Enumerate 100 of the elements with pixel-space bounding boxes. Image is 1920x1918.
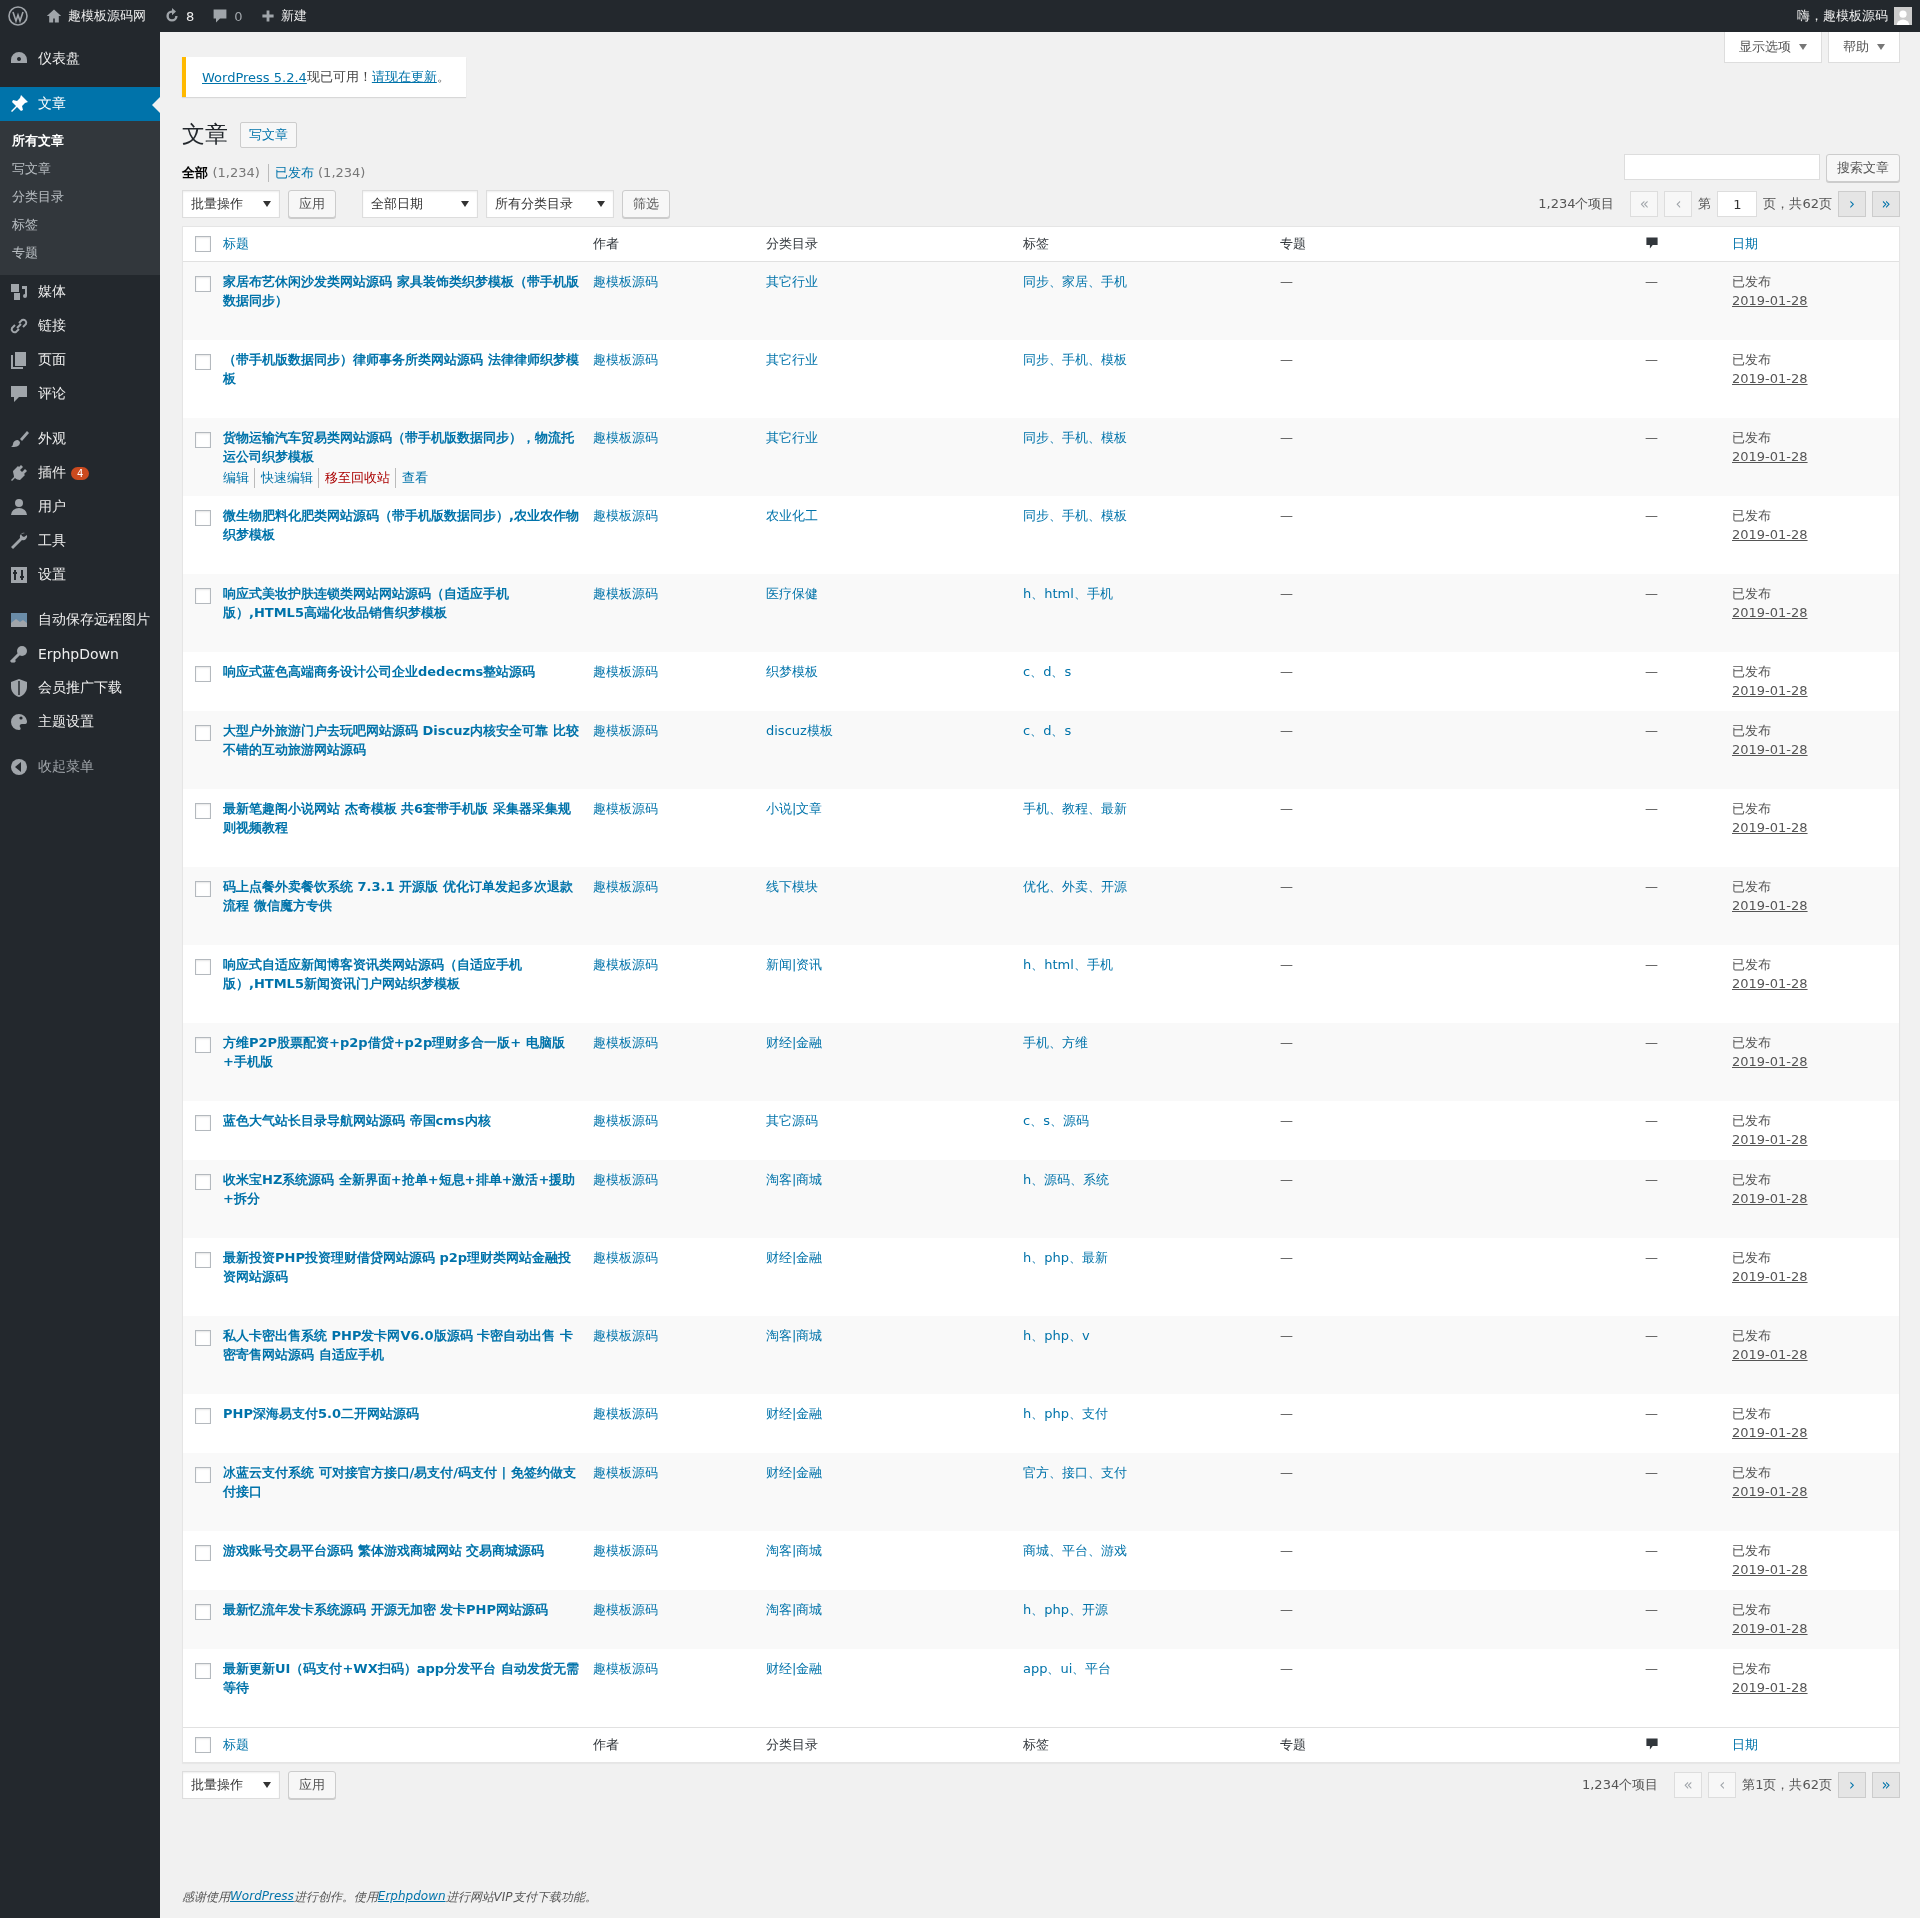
- dropdown[interactable]: 所有分类目录: [486, 190, 614, 218]
- category-link[interactable]: 线下模块: [766, 879, 818, 894]
- row-checkbox[interactable]: [195, 354, 211, 370]
- submenu-item[interactable]: 分类目录: [0, 183, 160, 211]
- row-checkbox[interactable]: [195, 725, 211, 741]
- post-title-link[interactable]: 货物运输汽车贸易类网站源码（带手机版数据同步），物流托运公司织梦模板: [223, 428, 583, 466]
- sidebar-item[interactable]: 工具: [0, 524, 160, 558]
- wordpress-link[interactable]: WordPress: [230, 1889, 294, 1906]
- sidebar-item[interactable]: ErphpDown: [0, 637, 160, 671]
- author-link[interactable]: 趣模板源码: [593, 723, 658, 738]
- author-link[interactable]: 趣模板源码: [593, 274, 658, 289]
- site-name-link[interactable]: 趣模板源码网: [46, 7, 146, 25]
- row-action-link[interactable]: 编辑: [223, 468, 249, 488]
- tags-link[interactable]: h、php、最新: [1023, 1250, 1108, 1265]
- filter-link[interactable]: 全部 (1,234): [182, 164, 260, 182]
- post-title-link[interactable]: 响应式蓝色高端商务设计公司企业dedecms整站源码: [223, 662, 583, 681]
- category-link[interactable]: 淘客|商城: [766, 1602, 823, 1617]
- category-link[interactable]: discuz模板: [766, 723, 833, 738]
- tags-link[interactable]: 同步、家居、手机: [1023, 274, 1127, 289]
- tags-link[interactable]: 手机、方维: [1023, 1035, 1088, 1050]
- sidebar-item[interactable]: 页面: [0, 343, 160, 377]
- author-link[interactable]: 趣模板源码: [593, 1035, 658, 1050]
- author-link[interactable]: 趣模板源码: [593, 1113, 658, 1128]
- author-link[interactable]: 趣模板源码: [593, 352, 658, 367]
- category-link[interactable]: 农业化工: [766, 508, 818, 523]
- post-title-link[interactable]: （带手机版数据同步）律师事务所类网站源码 法律律师织梦模板: [223, 350, 583, 388]
- apply-button[interactable]: 应用: [288, 1771, 336, 1799]
- date-link[interactable]: 2019-01-28: [1732, 1132, 1808, 1147]
- date-link[interactable]: 2019-01-28: [1732, 1191, 1808, 1206]
- category-link[interactable]: 其它行业: [766, 352, 818, 367]
- category-link[interactable]: 织梦模板: [766, 664, 818, 679]
- date-link[interactable]: 2019-01-28: [1732, 1680, 1808, 1695]
- category-link[interactable]: 财经|金融: [766, 1250, 823, 1265]
- tags-link[interactable]: h、php、v: [1023, 1328, 1090, 1343]
- column-header[interactable]: 标题: [223, 1736, 593, 1754]
- author-link[interactable]: 趣模板源码: [593, 1172, 658, 1187]
- date-link[interactable]: 2019-01-28: [1732, 1484, 1808, 1499]
- author-link[interactable]: 趣模板源码: [593, 1406, 658, 1421]
- sidebar-item[interactable]: 评论: [0, 377, 160, 411]
- category-link[interactable]: 财经|金融: [766, 1406, 823, 1421]
- page-button[interactable]: ›: [1838, 1772, 1866, 1798]
- sidebar-item[interactable]: 自动保存远程图片: [0, 603, 160, 637]
- date-link[interactable]: 2019-01-28: [1732, 1562, 1808, 1577]
- sidebar-item[interactable]: 用户: [0, 490, 160, 524]
- category-link[interactable]: 财经|金融: [766, 1465, 823, 1480]
- filter-link[interactable]: 已发布 (1,234): [267, 164, 366, 182]
- column-header[interactable]: 标题: [223, 235, 593, 253]
- date-link[interactable]: 2019-01-28: [1732, 527, 1808, 542]
- tags-link[interactable]: 官方、接口、支付: [1023, 1465, 1127, 1480]
- date-link[interactable]: 2019-01-28: [1732, 976, 1808, 991]
- filter-button[interactable]: 筛选: [622, 190, 670, 218]
- page-button[interactable]: ›: [1838, 191, 1866, 217]
- post-title-link[interactable]: PHP深海易支付5.0二开网站源码: [223, 1404, 583, 1423]
- post-title-link[interactable]: 蓝色大气站长目录导航网站源码 帝国cms内核: [223, 1111, 583, 1130]
- row-checkbox[interactable]: [195, 1663, 211, 1679]
- page-button[interactable]: »: [1872, 191, 1900, 217]
- date-link[interactable]: 2019-01-28: [1732, 1269, 1808, 1284]
- new-link[interactable]: 新建: [260, 7, 307, 25]
- category-link[interactable]: 其它行业: [766, 430, 818, 445]
- tags-link[interactable]: 优化、外卖、开源: [1023, 879, 1127, 894]
- author-link[interactable]: 趣模板源码: [593, 508, 658, 523]
- post-title-link[interactable]: 收米宝HZ系统源码 全新界面+抢单+短息+排单+激活+援助+拆分: [223, 1170, 583, 1208]
- submenu-item[interactable]: 标签: [0, 211, 160, 239]
- row-checkbox[interactable]: [195, 803, 211, 819]
- dropdown-button[interactable]: 帮助: [1828, 32, 1900, 63]
- select-all-checkbox[interactable]: [195, 1737, 211, 1753]
- row-checkbox[interactable]: [195, 666, 211, 682]
- author-link[interactable]: 趣模板源码: [593, 957, 658, 972]
- row-checkbox[interactable]: [195, 588, 211, 604]
- date-link[interactable]: 2019-01-28: [1732, 820, 1808, 835]
- row-checkbox[interactable]: [195, 959, 211, 975]
- column-header[interactable]: 日期: [1732, 1736, 1899, 1754]
- tags-link[interactable]: 同步、手机、模板: [1023, 508, 1127, 523]
- date-link[interactable]: 2019-01-28: [1732, 898, 1808, 913]
- sidebar-item[interactable]: 外观: [0, 422, 160, 456]
- author-link[interactable]: 趣模板源码: [593, 879, 658, 894]
- submenu-item[interactable]: 专题: [0, 239, 160, 267]
- tags-link[interactable]: h、php、支付: [1023, 1406, 1108, 1421]
- sidebar-item[interactable]: 主题设置: [0, 705, 160, 739]
- dropdown[interactable]: 全部日期: [362, 190, 478, 218]
- dropdown[interactable]: 批量操作: [182, 1771, 280, 1799]
- category-link[interactable]: 新闻|资讯: [766, 957, 823, 972]
- date-link[interactable]: 2019-01-28: [1732, 1621, 1808, 1636]
- search-button[interactable]: 搜索文章: [1826, 154, 1900, 182]
- comments-link[interactable]: 0: [212, 8, 243, 24]
- trash-link[interactable]: 移至回收站: [318, 468, 390, 488]
- date-link[interactable]: 2019-01-28: [1732, 1425, 1808, 1440]
- row-checkbox[interactable]: [195, 1467, 211, 1483]
- author-link[interactable]: 趣模板源码: [593, 1602, 658, 1617]
- row-checkbox[interactable]: [195, 1037, 211, 1053]
- author-link[interactable]: 趣模板源码: [593, 801, 658, 816]
- category-link[interactable]: 其它源码: [766, 1113, 818, 1128]
- apply-button[interactable]: 应用: [288, 190, 336, 218]
- date-link[interactable]: 2019-01-28: [1732, 1054, 1808, 1069]
- date-link[interactable]: 2019-01-28: [1732, 683, 1808, 698]
- column-header[interactable]: 日期: [1732, 235, 1899, 253]
- submenu-item[interactable]: 所有文章: [0, 127, 160, 155]
- sidebar-item[interactable]: 设置: [0, 558, 160, 592]
- sidebar-item[interactable]: 插件 4: [0, 456, 160, 490]
- category-link[interactable]: 财经|金融: [766, 1661, 823, 1676]
